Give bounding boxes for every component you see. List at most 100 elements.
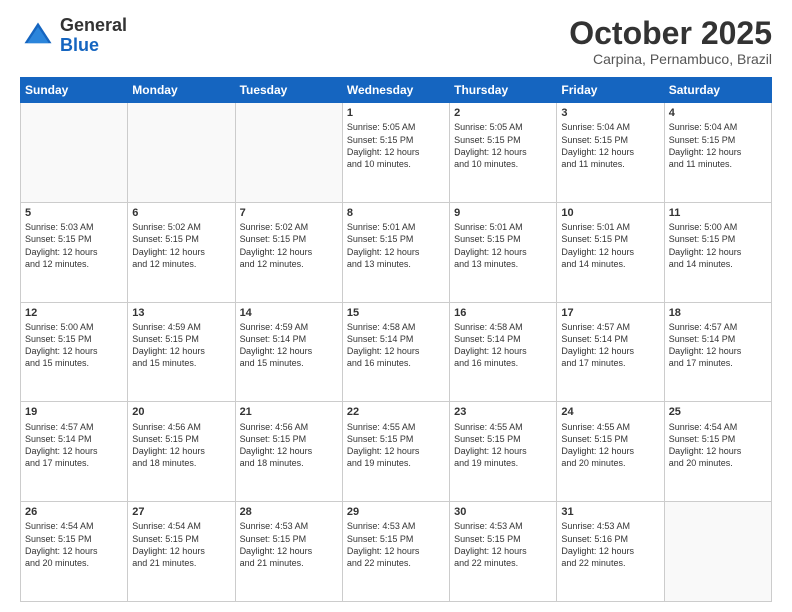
day-number: 1 bbox=[347, 106, 445, 120]
day-number: 30 bbox=[454, 505, 552, 519]
calendar-cell: 20 Sunrise: 4:56 AM Sunset: 5:15 PM Dayli… bbox=[128, 402, 235, 502]
day-info: Sunrise: 5:04 AM Sunset: 5:15 PM Dayligh… bbox=[669, 121, 767, 170]
day-number: 11 bbox=[669, 206, 767, 220]
header: General Blue October 2025 Carpina, Perna… bbox=[20, 16, 772, 67]
day-number: 3 bbox=[561, 106, 659, 120]
col-friday: Friday bbox=[557, 78, 664, 103]
calendar-cell: 13Sunrise: 4:59 AM Sunset: 5:15 PM Dayli… bbox=[128, 302, 235, 402]
day-info: Sunrise: 5:00 AM Sunset: 5:15 PM Dayligh… bbox=[25, 321, 123, 370]
month-title: October 2025 bbox=[569, 16, 772, 51]
calendar-cell: 21 Sunrise: 4:56 AM Sunset: 5:15 PM Dayli… bbox=[235, 402, 342, 502]
day-number: 28 bbox=[240, 505, 338, 519]
col-saturday: Saturday bbox=[664, 78, 771, 103]
calendar-cell: 30Sunrise: 4:53 AM Sunset: 5:15 PM Dayli… bbox=[450, 502, 557, 602]
day-number: 7 bbox=[240, 206, 338, 220]
day-info: Sunrise: 4:53 AM Sunset: 5:15 PM Dayligh… bbox=[240, 520, 338, 569]
col-thursday: Thursday bbox=[450, 78, 557, 103]
day-number: 13 bbox=[132, 306, 230, 320]
calendar-cell: 18Sunrise: 4:57 AM Sunset: 5:14 PM Dayli… bbox=[664, 302, 771, 402]
day-number: 18 bbox=[669, 306, 767, 320]
day-number: 24 bbox=[561, 405, 659, 419]
day-number: 22 bbox=[347, 405, 445, 419]
calendar-cell: 29Sunrise: 4:53 AM Sunset: 5:15 PM Dayli… bbox=[342, 502, 449, 602]
calendar-cell: 6Sunrise: 5:02 AM Sunset: 5:15 PM Daylig… bbox=[128, 202, 235, 302]
calendar-cell: 1Sunrise: 5:05 AM Sunset: 5:15 PM Daylig… bbox=[342, 103, 449, 203]
col-sunday: Sunday bbox=[21, 78, 128, 103]
day-info: Sunrise: 5:00 AM Sunset: 5:15 PM Dayligh… bbox=[669, 221, 767, 270]
calendar-cell: 4Sunrise: 5:04 AM Sunset: 5:15 PM Daylig… bbox=[664, 103, 771, 203]
day-info: Sunrise: 4:54 AM Sunset: 5:15 PM Dayligh… bbox=[25, 520, 123, 569]
calendar-cell: 24 Sunrise: 4:55 AM Sunset: 5:15 PM Dayli… bbox=[557, 402, 664, 502]
day-number: 21 bbox=[240, 405, 338, 419]
week-row-3: 12Sunrise: 5:00 AM Sunset: 5:15 PM Dayli… bbox=[21, 302, 772, 402]
calendar-cell bbox=[664, 502, 771, 602]
day-info: Sunrise: 4:55 AM Sunset: 5:15 PM Dayligh… bbox=[454, 421, 552, 470]
calendar-cell: 11Sunrise: 5:00 AM Sunset: 5:15 PM Dayli… bbox=[664, 202, 771, 302]
calendar-cell: 8Sunrise: 5:01 AM Sunset: 5:15 PM Daylig… bbox=[342, 202, 449, 302]
day-info: Sunrise: 4:59 AM Sunset: 5:14 PM Dayligh… bbox=[240, 321, 338, 370]
calendar-cell: 15Sunrise: 4:58 AM Sunset: 5:14 PM Dayli… bbox=[342, 302, 449, 402]
calendar-cell: 10Sunrise: 5:01 AM Sunset: 5:15 PM Dayli… bbox=[557, 202, 664, 302]
location: Carpina, Pernambuco, Brazil bbox=[569, 51, 772, 67]
day-number: 17 bbox=[561, 306, 659, 320]
col-wednesday: Wednesday bbox=[342, 78, 449, 103]
calendar-cell: 3Sunrise: 5:04 AM Sunset: 5:15 PM Daylig… bbox=[557, 103, 664, 203]
day-info: Sunrise: 4:55 AM Sunset: 5:15 PM Dayligh… bbox=[347, 421, 445, 470]
day-number: 16 bbox=[454, 306, 552, 320]
calendar-cell: 7Sunrise: 5:02 AM Sunset: 5:15 PM Daylig… bbox=[235, 202, 342, 302]
day-info: Sunrise: 4:55 AM Sunset: 5:15 PM Dayligh… bbox=[561, 421, 659, 470]
week-row-4: 19 Sunrise: 4:57 AM Sunset: 5:14 PM Dayli… bbox=[21, 402, 772, 502]
day-info: Sunrise: 4:59 AM Sunset: 5:15 PM Dayligh… bbox=[132, 321, 230, 370]
day-number: 31 bbox=[561, 505, 659, 519]
calendar-cell: 23 Sunrise: 4:55 AM Sunset: 5:15 PM Dayli… bbox=[450, 402, 557, 502]
page: General Blue October 2025 Carpina, Perna… bbox=[0, 0, 792, 612]
calendar-cell: 9Sunrise: 5:01 AM Sunset: 5:15 PM Daylig… bbox=[450, 202, 557, 302]
day-info: Sunrise: 4:56 AM Sunset: 5:15 PM Dayligh… bbox=[132, 421, 230, 470]
day-info: Sunrise: 5:01 AM Sunset: 5:15 PM Dayligh… bbox=[561, 221, 659, 270]
calendar-cell: 25 Sunrise: 4:54 AM Sunset: 5:15 PM Dayli… bbox=[664, 402, 771, 502]
day-number: 9 bbox=[454, 206, 552, 220]
calendar-cell bbox=[235, 103, 342, 203]
day-number: 20 bbox=[132, 405, 230, 419]
day-number: 19 bbox=[25, 405, 123, 419]
day-number: 6 bbox=[132, 206, 230, 220]
day-info: Sunrise: 4:57 AM Sunset: 5:14 PM Dayligh… bbox=[561, 321, 659, 370]
day-number: 2 bbox=[454, 106, 552, 120]
logo-icon bbox=[20, 18, 56, 54]
title-block: October 2025 Carpina, Pernambuco, Brazil bbox=[569, 16, 772, 67]
day-info: Sunrise: 4:57 AM Sunset: 5:14 PM Dayligh… bbox=[25, 421, 123, 470]
calendar-cell: 31Sunrise: 4:53 AM Sunset: 5:16 PM Dayli… bbox=[557, 502, 664, 602]
day-info: Sunrise: 4:54 AM Sunset: 5:15 PM Dayligh… bbox=[669, 421, 767, 470]
logo: General Blue bbox=[20, 16, 127, 56]
day-info: Sunrise: 5:02 AM Sunset: 5:15 PM Dayligh… bbox=[132, 221, 230, 270]
day-number: 23 bbox=[454, 405, 552, 419]
day-info: Sunrise: 4:58 AM Sunset: 5:14 PM Dayligh… bbox=[347, 321, 445, 370]
calendar-cell: 2Sunrise: 5:05 AM Sunset: 5:15 PM Daylig… bbox=[450, 103, 557, 203]
day-info: Sunrise: 5:05 AM Sunset: 5:15 PM Dayligh… bbox=[347, 121, 445, 170]
calendar-cell: 27Sunrise: 4:54 AM Sunset: 5:15 PM Dayli… bbox=[128, 502, 235, 602]
calendar-cell: 12Sunrise: 5:00 AM Sunset: 5:15 PM Dayli… bbox=[21, 302, 128, 402]
week-row-1: 1Sunrise: 5:05 AM Sunset: 5:15 PM Daylig… bbox=[21, 103, 772, 203]
day-info: Sunrise: 4:57 AM Sunset: 5:14 PM Dayligh… bbox=[669, 321, 767, 370]
day-info: Sunrise: 5:02 AM Sunset: 5:15 PM Dayligh… bbox=[240, 221, 338, 270]
day-info: Sunrise: 4:58 AM Sunset: 5:14 PM Dayligh… bbox=[454, 321, 552, 370]
day-number: 27 bbox=[132, 505, 230, 519]
day-info: Sunrise: 5:05 AM Sunset: 5:15 PM Dayligh… bbox=[454, 121, 552, 170]
day-info: Sunrise: 4:56 AM Sunset: 5:15 PM Dayligh… bbox=[240, 421, 338, 470]
day-info: Sunrise: 4:53 AM Sunset: 5:15 PM Dayligh… bbox=[347, 520, 445, 569]
calendar-cell: 19 Sunrise: 4:57 AM Sunset: 5:14 PM Dayli… bbox=[21, 402, 128, 502]
day-info: Sunrise: 4:53 AM Sunset: 5:16 PM Dayligh… bbox=[561, 520, 659, 569]
day-info: Sunrise: 4:54 AM Sunset: 5:15 PM Dayligh… bbox=[132, 520, 230, 569]
col-monday: Monday bbox=[128, 78, 235, 103]
day-number: 14 bbox=[240, 306, 338, 320]
calendar-cell bbox=[21, 103, 128, 203]
calendar-cell: 14Sunrise: 4:59 AM Sunset: 5:14 PM Dayli… bbox=[235, 302, 342, 402]
day-number: 10 bbox=[561, 206, 659, 220]
logo-blue: Blue bbox=[60, 35, 99, 55]
day-number: 15 bbox=[347, 306, 445, 320]
day-number: 25 bbox=[669, 405, 767, 419]
calendar-cell: 22 Sunrise: 4:55 AM Sunset: 5:15 PM Dayli… bbox=[342, 402, 449, 502]
calendar-cell: 26Sunrise: 4:54 AM Sunset: 5:15 PM Dayli… bbox=[21, 502, 128, 602]
day-number: 5 bbox=[25, 206, 123, 220]
day-info: Sunrise: 5:01 AM Sunset: 5:15 PM Dayligh… bbox=[454, 221, 552, 270]
